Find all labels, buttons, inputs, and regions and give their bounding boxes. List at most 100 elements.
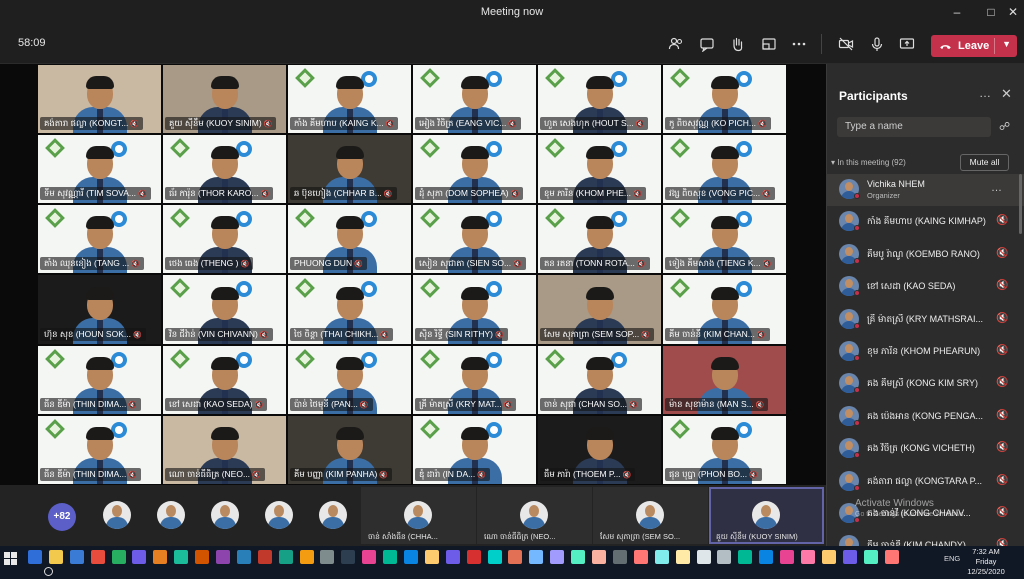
video-tile[interactable]: ផុន បុប្ផា (PHON BO... 🔇: [662, 414, 787, 485]
taskbar-app-icon[interactable]: [529, 550, 544, 564]
taskbar-app-icon[interactable]: [842, 550, 857, 564]
taskbar-app-icon[interactable]: [633, 550, 648, 564]
participant-row[interactable]: Vichika NHEM Organizer…: [827, 174, 1024, 207]
mic-muted-icon[interactable]: 🔇: [996, 248, 1008, 259]
taskbar-app-icon[interactable]: [759, 550, 774, 564]
video-tile[interactable]: ចាន់ សុផា (CHAN SO... 🔇: [537, 344, 662, 415]
participant-row[interactable]: គង គីមស្រី (KONG KIM SRY) 🔇: [827, 368, 1024, 400]
avatar[interactable]: [319, 501, 347, 529]
video-tile[interactable]: ទីម សុវណ្ណារី (TIM SOVA... 🔇: [37, 134, 162, 205]
taskbar-app-icon[interactable]: [800, 550, 815, 564]
more-participants-badge[interactable]: +82: [48, 503, 76, 531]
video-tile[interactable]: ស៊ិន រិទ្ធី (SIN RITHY) 🔇: [412, 274, 537, 345]
taskbar-app-icon[interactable]: [884, 550, 899, 564]
video-tile[interactable]: ហួត សេងហុក (HOUT S... 🔇: [537, 64, 662, 135]
mic-muted-icon[interactable]: 🔇: [996, 410, 1008, 421]
taskbar-clock[interactable]: 7:32 AM Friday 12/25/2020: [966, 547, 1006, 577]
participant-row[interactable]: គីមបូ រ៉ាណូ (KOEMBO RANO) 🔇: [827, 239, 1024, 271]
video-tile[interactable]: ដុំ សុភា (DOM SOPHEA) 🔇: [412, 134, 537, 205]
video-tile[interactable]: តន រតនា (TONN ROTA... 🔇: [537, 204, 662, 275]
more-icon[interactable]: [787, 32, 811, 56]
taskbar-app-icon[interactable]: [28, 550, 42, 564]
mic-muted-icon[interactable]: 🔇: [996, 475, 1008, 486]
video-tile[interactable]: ខុម ភារិន (KHOM PHE... 🔇: [537, 134, 662, 205]
video-tile[interactable]: តាំង ឈុននៀង (TANG ... 🔇: [37, 204, 162, 275]
video-tile[interactable]: អៀង វិចិត្រ (EANG VIC... 🔇: [412, 64, 537, 135]
close-icon[interactable]: ✕: [1004, 4, 1022, 20]
language-indicator[interactable]: ENG: [944, 554, 960, 563]
participant-row[interactable]: កាំង គីមហាប (KAING KIMHAP) 🔇: [827, 206, 1024, 238]
windows-start-icon[interactable]: [4, 552, 18, 566]
video-tile[interactable]: ធីន ឌីម៉ា (THIN DIMA... 🔇: [37, 344, 162, 415]
breakout-rooms-icon[interactable]: [757, 32, 781, 56]
chat-icon[interactable]: [695, 32, 719, 56]
video-tile[interactable]: សៀន សុជាតា (SIEN SO... 🔇: [412, 204, 537, 275]
video-tile[interactable]: វិន ជីវ៉ាន់ (VIN CHIVANN) 🔇: [162, 274, 287, 345]
video-tile[interactable]: គ្រី ម៉ាតស្រី (KRY MAT... 🔇: [412, 344, 537, 415]
participants-icon[interactable]: [664, 32, 688, 56]
taskbar-app-icon[interactable]: [466, 550, 481, 564]
taskbar-app-icon[interactable]: [69, 550, 84, 564]
video-tile[interactable]: កូ ពិចសុវណ្ណ (KO PICH... 🔇: [662, 64, 787, 135]
video-tile[interactable]: កាំង គីមហាប (KAING K... 🔇: [287, 64, 412, 135]
camera-off-icon[interactable]: [834, 32, 858, 56]
mic-icon[interactable]: [865, 32, 889, 56]
avatar[interactable]: [157, 501, 185, 529]
video-tile[interactable]: គីម ចាន់នី (KIM CHAN... 🔇: [662, 274, 787, 345]
video-tile[interactable]: ធ័រ ការ៉ុន (THOR KARO... 🔇: [162, 134, 287, 205]
minimize-icon[interactable]: –: [948, 4, 966, 20]
taskbar-app-icon[interactable]: [487, 550, 502, 564]
panel-more-icon[interactable]: …: [979, 86, 991, 100]
video-tile[interactable]: សែម សុភាព្រា (SEM SOP... 🔇: [537, 274, 662, 345]
taskbar-app-icon[interactable]: [278, 550, 293, 564]
taskbar-app-icon[interactable]: [216, 550, 231, 564]
panel-close-icon[interactable]: ✕: [1001, 86, 1012, 102]
taskbar-app-icon[interactable]: [236, 550, 251, 564]
cortana-icon[interactable]: [44, 567, 53, 576]
participant-row[interactable]: គ្រី ម៉ាតស្រី (KRY MATHSRAI... 🔇: [827, 304, 1024, 336]
taskbar-app-icon[interactable]: [675, 550, 690, 564]
taskbar-app-icon[interactable]: [153, 550, 168, 564]
participant-row[interactable]: ខុម ភារិន (KHOM PHEARUN) 🔇: [827, 336, 1024, 368]
taskbar-app-icon[interactable]: [717, 550, 732, 564]
mic-muted-icon[interactable]: 🔇: [996, 442, 1008, 453]
taskbar-app-icon[interactable]: [550, 550, 565, 564]
video-tile[interactable]: គីម បញ្ញា (KIM PANHA) 🔇: [287, 414, 412, 485]
taskbar-app-icon[interactable]: [404, 550, 419, 564]
video-tile[interactable]: ណោ ចាន់ធីធិត្រ (NEO... 🔇: [162, 414, 287, 485]
share-invite-icon[interactable]: ☍: [999, 120, 1013, 134]
mic-muted-icon[interactable]: 🔇: [996, 345, 1008, 356]
section-header[interactable]: ▾ In this meeting (92): [831, 158, 906, 167]
share-screen-icon[interactable]: [895, 32, 919, 56]
taskbar-app-icon[interactable]: [738, 550, 753, 564]
video-tile[interactable]: ថេង ធេង (THENG ) 🔇: [162, 204, 287, 275]
video-tile[interactable]: ធឹម ភារ៉ា (THOEM P... 🔇: [537, 414, 662, 485]
taskbar-app-icon[interactable]: [132, 550, 147, 564]
panel-scrollbar[interactable]: [1019, 174, 1022, 234]
video-tile[interactable]: ហ៊ុន សុខ (HOUN SOK... 🔇: [37, 274, 162, 345]
taskbar-app-icon[interactable]: [780, 550, 795, 564]
video-tile[interactable]: វង្ស ពិចសុខ (VONG PIC... 🔇: [662, 134, 787, 205]
mute-all-button[interactable]: Mute all: [960, 154, 1009, 171]
taskbar-app-icon[interactable]: [654, 550, 669, 564]
participant-row[interactable]: គង់តារា ផល្លា (KONGTARA P... 🔇: [827, 466, 1024, 498]
taskbar-app-icon[interactable]: [612, 550, 627, 564]
taskbar-app-icon[interactable]: [863, 550, 878, 564]
taskbar-app-icon[interactable]: [299, 550, 314, 564]
video-tile[interactable]: គួយ ស៊ីនឹម (KUOY SINIM) 🔇: [162, 64, 287, 135]
video-tile[interactable]: ឌុំ ដារ៉ា (IN DA... 🔇: [412, 414, 537, 485]
mic-muted-icon[interactable]: 🔇: [996, 507, 1008, 518]
taskbar-app-icon[interactable]: [821, 550, 836, 564]
participant-row[interactable]: គង វិចិត្រ (KONG VICHETH) 🔇: [827, 433, 1024, 465]
video-tile[interactable]: ប៉ាន់ ថៃមុនី (PAN... 🔇: [287, 344, 412, 415]
avatar[interactable]: [211, 501, 239, 529]
taskbar-app-icon[interactable]: [320, 550, 335, 564]
leave-button[interactable]: Leave ▼: [931, 35, 1017, 57]
video-tile[interactable]: ធីន ឌីម៉ា (THIN DIMA... 🔇: [37, 414, 162, 485]
taskbar-app-icon[interactable]: [257, 550, 272, 564]
participant-search-input[interactable]: Type a name: [837, 117, 991, 137]
taskbar-app-icon[interactable]: [111, 550, 126, 564]
video-tile[interactable]: ម៉ាន សុខាម៉ាន (MAN S... 🔇: [662, 344, 787, 415]
avatar[interactable]: [265, 501, 293, 529]
taskbar-app-icon[interactable]: [90, 550, 105, 564]
